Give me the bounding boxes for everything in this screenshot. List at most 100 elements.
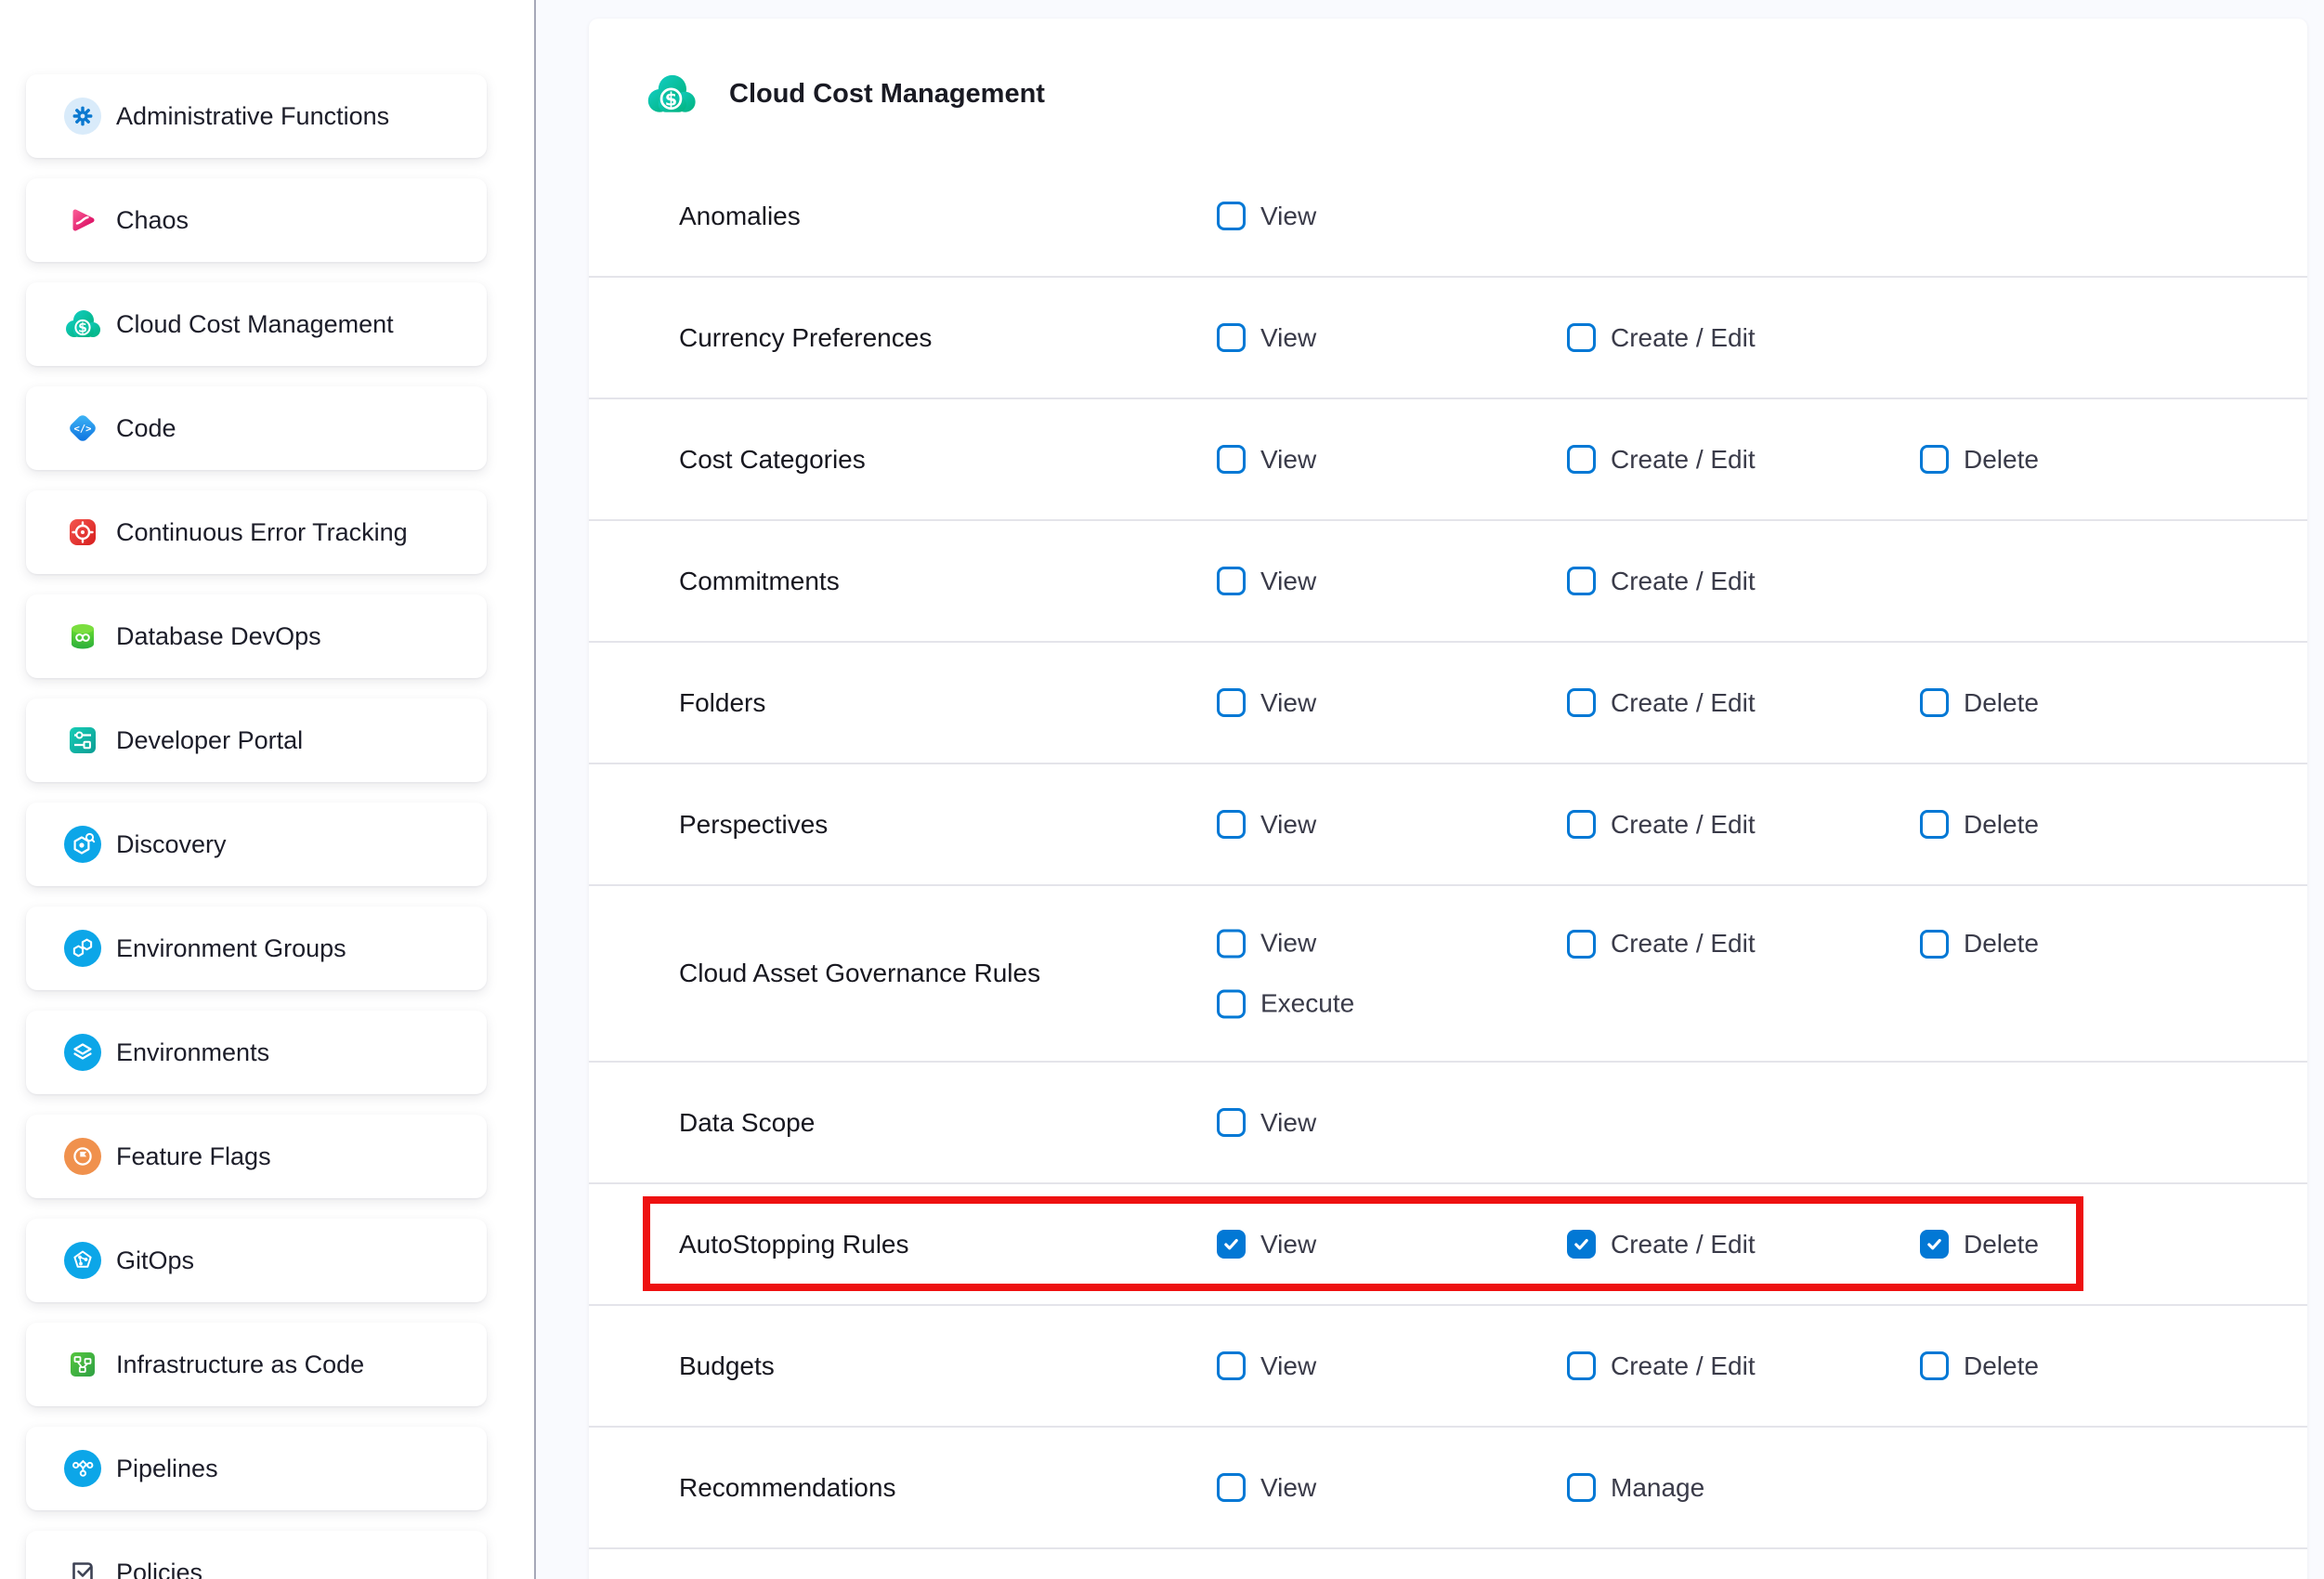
permission-cell-create-edit: Create / Edit [1567, 929, 1756, 959]
sidebar-item-infrastructure-as-code[interactable]: Infrastructure as Code [26, 1323, 487, 1406]
checkbox-budgets-create-edit[interactable] [1567, 1351, 1596, 1380]
permission-option-delete: Delete [1920, 1230, 2039, 1259]
checkbox-folders-view[interactable] [1217, 688, 1246, 717]
permission-cell-view: View Execute [1217, 929, 1354, 1019]
checkbox-cloud-asset-governance-rules-execute[interactable] [1217, 989, 1246, 1018]
checkbox-cost-categories-create-edit[interactable] [1567, 445, 1596, 474]
permission-row-budgets: Budgets View Create / Edit Delete [589, 1306, 2307, 1428]
permission-row-currency-preferences: Currency Preferences View Create / Edit [589, 278, 2307, 399]
permission-cell-delete: Delete [1920, 1230, 2039, 1259]
permission-cell-view: View [1217, 688, 1316, 718]
sidebar-item-discovery[interactable]: Discovery [26, 803, 487, 886]
checkbox-recommendations-view[interactable] [1217, 1473, 1246, 1502]
permission-cell-view: View [1217, 445, 1316, 475]
permission-option-create-edit: Create / Edit [1567, 688, 1756, 718]
permission-option-view: View [1217, 323, 1316, 353]
checkbox-currency-preferences-view[interactable] [1217, 323, 1246, 352]
permission-cell-create-edit: Create / Edit [1567, 323, 1756, 353]
sidebar-item-administrative-functions[interactable]: Administrative Functions [26, 74, 487, 158]
sidebar-item-continuous-error-tracking[interactable]: Continuous Error Tracking [26, 490, 487, 574]
sidebar-item-label: Pipelines [116, 1455, 218, 1483]
permission-option-execute: Execute [1217, 989, 1354, 1019]
checkbox-cloud-asset-governance-rules-create-edit[interactable] [1567, 930, 1596, 959]
sidebar-item-cloud-cost-management[interactable]: $ Cloud Cost Management [26, 282, 487, 366]
permission-row-commitments: Commitments View Create / Edit [589, 521, 2307, 643]
checkbox-autostopping-rules-create-edit[interactable] [1567, 1230, 1596, 1259]
checkbox-folders-create-edit[interactable] [1567, 688, 1596, 717]
permission-cell-create-edit: Manage [1567, 1473, 1704, 1503]
sidebar-item-environments[interactable]: Environments [26, 1011, 487, 1094]
permission-label: View [1260, 1473, 1316, 1503]
permission-label: Delete [1964, 1351, 2039, 1381]
permission-row-perspectives: Perspectives View Create / Edit Delete [589, 764, 2307, 886]
resource-label: Recommendations [679, 1473, 895, 1503]
permission-option-manage: Manage [1567, 1473, 1704, 1503]
checkbox-autostopping-rules-delete[interactable] [1920, 1230, 1949, 1259]
environments-icon [64, 1034, 101, 1071]
sidebar-item-chaos[interactable]: Chaos [26, 178, 487, 262]
permission-cell-create-edit: Create / Edit [1567, 810, 1756, 840]
permission-option-view: View [1217, 1473, 1316, 1503]
cloud-dollar-icon: $ [646, 72, 697, 116]
sidebar-item-feature-flags[interactable]: Feature Flags [26, 1115, 487, 1198]
permission-label: Manage [1611, 1473, 1704, 1503]
permission-label: Delete [1964, 810, 2039, 840]
permissions-card: $ Cloud Cost Management Anomalies View C… [589, 19, 2307, 1579]
permission-option-create-edit: Create / Edit [1567, 323, 1756, 353]
policies-icon [64, 1554, 101, 1579]
permission-label: Create / Edit [1611, 445, 1756, 475]
chaos-icon [64, 202, 101, 239]
environment-groups-icon [64, 930, 101, 967]
permission-label: Create / Edit [1611, 929, 1756, 959]
target-icon [64, 514, 101, 551]
checkbox-autostopping-rules-view[interactable] [1217, 1230, 1246, 1259]
permission-cell-create-edit: Create / Edit [1567, 1351, 1756, 1381]
sidebar-item-label: Environments [116, 1038, 269, 1067]
checkbox-perspectives-create-edit[interactable] [1567, 810, 1596, 839]
permission-label: View [1260, 202, 1316, 231]
sidebar-item-label: Cloud Cost Management [116, 310, 394, 339]
sidebar-item-policies[interactable]: Policies [26, 1531, 487, 1579]
checkbox-perspectives-delete[interactable] [1920, 810, 1949, 839]
checkbox-cloud-asset-governance-rules-view[interactable] [1217, 929, 1246, 958]
permission-option-view: View [1217, 1108, 1316, 1138]
permission-label: View [1260, 929, 1316, 959]
permission-option-create-edit: Create / Edit [1567, 445, 1756, 475]
checkbox-folders-delete[interactable] [1920, 688, 1949, 717]
sidebar-item-developer-portal[interactable]: Developer Portal [26, 698, 487, 782]
permission-option-view: View [1217, 1230, 1316, 1259]
checkbox-cost-categories-view[interactable] [1217, 445, 1246, 474]
checkbox-perspectives-view[interactable] [1217, 810, 1246, 839]
checkbox-cloud-asset-governance-rules-delete[interactable] [1920, 930, 1949, 959]
permission-cell-delete: Delete [1920, 810, 2039, 840]
checkbox-commitments-view[interactable] [1217, 567, 1246, 595]
checkbox-currency-preferences-create-edit[interactable] [1567, 323, 1596, 352]
sidebar-item-environment-groups[interactable]: Environment Groups [26, 907, 487, 990]
permission-cell-delete: Delete [1920, 688, 2039, 718]
permission-cell-delete: Delete [1920, 445, 2039, 475]
checkbox-anomalies-view[interactable] [1217, 202, 1246, 230]
permission-label: Create / Edit [1611, 688, 1756, 718]
permissions-table: Anomalies View Currency Preferences View… [589, 156, 2307, 1549]
svg-text:$: $ [78, 321, 87, 336]
permission-option-view: View [1217, 929, 1354, 959]
checkbox-data-scope-view[interactable] [1217, 1108, 1246, 1137]
sidebar-item-code[interactable]: </> Code [26, 386, 487, 470]
permission-label: View [1260, 445, 1316, 475]
sidebar-item-database-devops[interactable]: Database DevOps [26, 594, 487, 678]
resource-label: Perspectives [679, 810, 828, 840]
permission-label: Delete [1964, 1230, 2039, 1259]
checkbox-budgets-delete[interactable] [1920, 1351, 1949, 1380]
permission-cell-create-edit: Create / Edit [1567, 567, 1756, 596]
permission-cell-delete: Delete [1920, 1351, 2039, 1381]
cloud-dollar-icon: $ [64, 306, 101, 343]
checkbox-commitments-create-edit[interactable] [1567, 567, 1596, 595]
sidebar-item-gitops[interactable]: GitOps [26, 1219, 487, 1302]
resource-sidebar: Administrative Functions Chaos $ Cloud C… [26, 74, 487, 1579]
checkbox-cost-categories-delete[interactable] [1920, 445, 1949, 474]
sidebar-item-pipelines[interactable]: Pipelines [26, 1427, 487, 1510]
permission-row-folders: Folders View Create / Edit Delete [589, 643, 2307, 764]
checkbox-budgets-view[interactable] [1217, 1351, 1246, 1380]
checkbox-recommendations-manage[interactable] [1567, 1473, 1596, 1502]
permission-option-create-edit: Create / Edit [1567, 929, 1756, 959]
